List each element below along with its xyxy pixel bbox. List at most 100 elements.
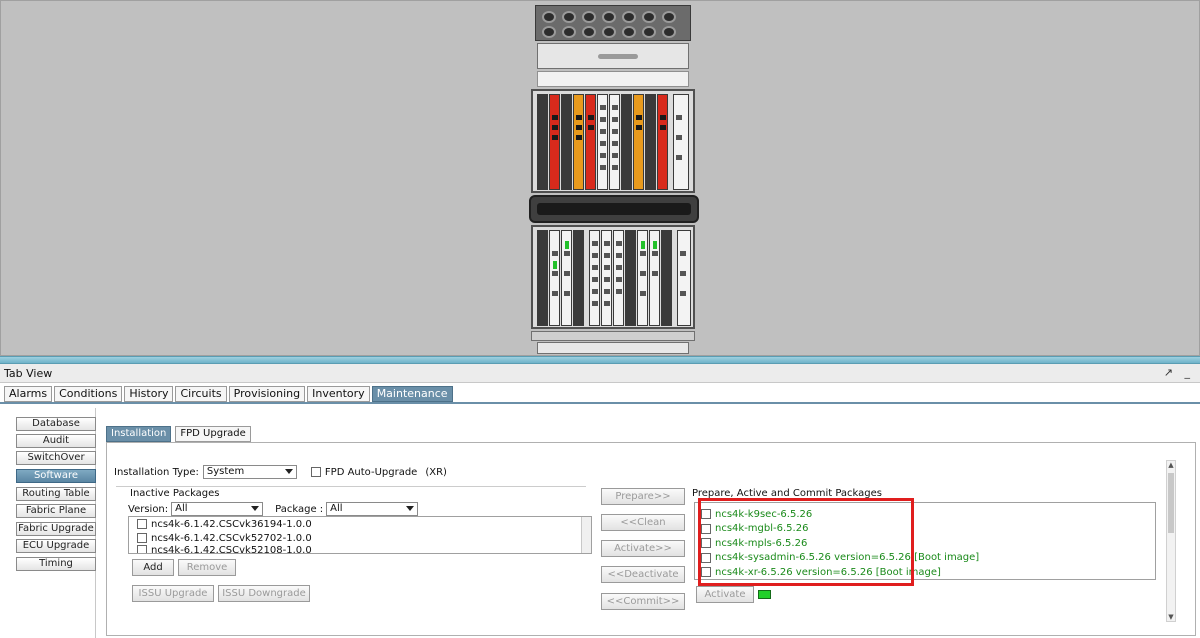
splitter[interactable] xyxy=(0,356,1200,364)
package-checkbox[interactable] xyxy=(137,533,147,543)
commit-button[interactable]: <<Commit>> xyxy=(601,593,685,610)
card-slot[interactable] xyxy=(573,94,584,190)
version-select[interactable]: All xyxy=(171,502,264,516)
fan-icon xyxy=(662,26,676,38)
fan-tray[interactable] xyxy=(535,5,691,41)
tab-underline xyxy=(0,402,1200,404)
card-slot[interactable] xyxy=(677,230,691,326)
card-slot[interactable] xyxy=(561,94,572,190)
card-slot[interactable] xyxy=(537,230,548,326)
package-checkbox[interactable] xyxy=(137,519,147,529)
bottom-plate xyxy=(537,342,689,354)
card-slot[interactable] xyxy=(601,230,612,326)
tab-view-title: Tab View xyxy=(4,367,53,380)
fan-icon xyxy=(602,11,616,23)
fan-icon xyxy=(622,26,636,38)
tab-installation[interactable]: Installation xyxy=(106,426,172,442)
scroll-thumb[interactable] xyxy=(1168,473,1174,533)
card-slot[interactable] xyxy=(609,94,620,190)
fabric-bar xyxy=(529,195,699,223)
fan-icon xyxy=(582,11,596,23)
installation-type-select[interactable]: System xyxy=(202,465,297,479)
card-slot[interactable] xyxy=(549,230,560,326)
scroll-up-icon[interactable]: ▲ xyxy=(1167,461,1175,469)
card-slot[interactable] xyxy=(645,94,656,190)
tab-circuits[interactable]: Circuits xyxy=(175,386,227,402)
package-name: ncs4k-6.1.42.CSCvk52702-1.0.0 xyxy=(151,532,312,544)
list-scrollbar[interactable] xyxy=(581,517,591,553)
highlight-annotation xyxy=(698,498,914,586)
card-slot[interactable] xyxy=(661,230,672,326)
issu-downgrade-button[interactable]: ISSU Downgrade xyxy=(218,585,310,602)
panel-scrollbar[interactable]: ▲ ▼ xyxy=(1166,460,1176,622)
nav-ecu-upgrade[interactable]: ECU Upgrade xyxy=(16,539,96,553)
activate-right-button[interactable]: Activate>> xyxy=(601,540,685,557)
fpd-auto-upgrade-checkbox[interactable] xyxy=(310,467,321,477)
card-slot[interactable] xyxy=(625,230,636,326)
tab-alarms[interactable]: Alarms xyxy=(4,386,53,402)
add-button[interactable]: Add xyxy=(132,559,174,576)
fan-icon xyxy=(542,26,556,38)
card-slot[interactable] xyxy=(637,230,648,326)
list-item[interactable]: ncs4k-6.1.42.CSCvk36194-1.0.0 xyxy=(129,517,591,531)
window-controls-icon[interactable]: ↗ _ xyxy=(1164,366,1194,379)
inactive-package-list[interactable]: ncs4k-6.1.42.CSCvk36194-1.0.0 ncs4k-6.1.… xyxy=(128,516,592,554)
card-slot[interactable] xyxy=(561,230,572,326)
list-item[interactable]: ncs4k-6.1.42.CSCvk52108-1.0.0 xyxy=(129,545,591,553)
tab-maintenance[interactable]: Maintenance xyxy=(371,386,453,402)
tab-conditions[interactable]: Conditions xyxy=(54,386,123,402)
nav-database[interactable]: Database xyxy=(16,417,96,431)
scroll-down-icon[interactable]: ▼ xyxy=(1167,613,1175,621)
chassis-image[interactable] xyxy=(529,3,704,355)
package-value: All xyxy=(330,503,343,514)
card-slot[interactable] xyxy=(585,94,596,190)
fan-icon xyxy=(542,11,556,23)
card-slot[interactable] xyxy=(649,230,660,326)
prepare-button[interactable]: Prepare>> xyxy=(601,488,685,505)
issu-upgrade-button[interactable]: ISSU Upgrade xyxy=(132,585,214,602)
card-slot[interactable] xyxy=(573,230,584,326)
fan-icon xyxy=(662,11,676,23)
chevron-down-icon xyxy=(284,469,293,474)
fan-icon xyxy=(562,26,576,38)
handle-bar xyxy=(598,54,638,59)
tab-fpd-upgrade[interactable]: FPD Upgrade xyxy=(175,426,251,442)
nav-audit[interactable]: Audit xyxy=(16,434,96,448)
clean-button[interactable]: <<Clean xyxy=(601,514,685,531)
main-tab-bar: Alarms Conditions History Circuits Provi… xyxy=(4,386,453,403)
card-slot[interactable] xyxy=(621,94,632,190)
card-slot[interactable] xyxy=(537,94,548,190)
card-slot[interactable] xyxy=(597,94,608,190)
nav-routing-table[interactable]: Routing Table xyxy=(16,487,96,501)
software-panel: Installation FPD Upgrade Installation Ty… xyxy=(96,408,1200,638)
nav-fabric-upgrade[interactable]: Fabric Upgrade xyxy=(16,522,96,536)
fan-icon xyxy=(642,11,656,23)
nav-software[interactable]: Software xyxy=(16,469,96,483)
tab-inventory[interactable]: Inventory xyxy=(307,386,370,402)
deactivate-button[interactable]: <<Deactivate xyxy=(601,566,685,583)
card-slot[interactable] xyxy=(633,94,644,190)
activate-button[interactable]: Activate xyxy=(696,586,754,603)
card-slot[interactable] xyxy=(657,94,668,190)
power-module[interactable] xyxy=(537,43,689,69)
inactive-packages-title: Inactive Packages xyxy=(130,488,220,499)
nav-switchover[interactable]: SwitchOver xyxy=(16,451,96,465)
bottom-rail xyxy=(531,331,695,341)
package-checkbox[interactable] xyxy=(137,545,147,553)
version-filter-row: Version: All Package : All xyxy=(128,502,419,516)
nav-timing[interactable]: Timing xyxy=(16,557,96,571)
card-slot[interactable] xyxy=(549,94,560,190)
list-item[interactable]: ncs4k-6.1.42.CSCvk52702-1.0.0 xyxy=(129,531,591,545)
card-slot[interactable] xyxy=(673,94,689,190)
nav-fabric-plane[interactable]: Fabric Plane xyxy=(16,504,96,518)
shelf-view xyxy=(0,0,1200,356)
package-name: ncs4k-6.1.42.CSCvk52108-1.0.0 xyxy=(151,545,312,553)
package-select[interactable]: All xyxy=(326,502,419,516)
tab-history[interactable]: History xyxy=(124,386,174,402)
status-led-icon xyxy=(758,590,771,599)
remove-button[interactable]: Remove xyxy=(178,559,236,576)
chevron-down-icon xyxy=(406,506,415,511)
card-slot[interactable] xyxy=(589,230,600,326)
card-slot[interactable] xyxy=(613,230,624,326)
tab-provisioning[interactable]: Provisioning xyxy=(228,386,306,402)
